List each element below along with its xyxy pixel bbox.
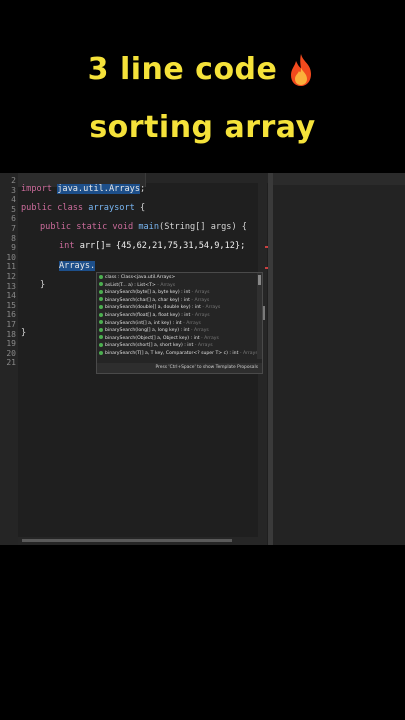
- proposal-source: Arrays: [194, 297, 210, 303]
- proposal-label: binarySearch(Object[] a, Object key) : i…: [105, 335, 200, 341]
- proposal-label: binarySearch(byte[] a, byte key) : int: [105, 290, 191, 296]
- proposal-source: Arrays: [194, 313, 210, 318]
- main-name: main: [138, 222, 160, 232]
- keyword-import: import: [21, 184, 53, 194]
- code-line-array[interactable]: int arr[]= {45,62,21,75,31,54,9,12};: [59, 241, 245, 251]
- proposal-item[interactable]: binarySearch(short[] a, short key) : int…: [99, 342, 259, 349]
- video-title-line-2: sorting array: [89, 110, 316, 145]
- video-title-line-1: 3 line code: [0, 52, 405, 88]
- horizontal-scrollbar-thumb[interactable]: [22, 539, 232, 542]
- proposal-label: class : Class<java.util.Arrays>: [105, 275, 176, 280]
- import-package: java.util.Arrays: [57, 184, 141, 194]
- array-type: int: [59, 241, 75, 251]
- method-icon: [99, 274, 103, 279]
- class-close-brace: }: [21, 328, 27, 338]
- line-number: 17: [6, 320, 16, 329]
- method-icon: [99, 297, 103, 302]
- code-line-close-class[interactable]: }: [21, 328, 26, 338]
- proposal-source: Arrays: [204, 335, 219, 341]
- proposal-label: binarySearch(char[] a, char key) : int: [105, 297, 190, 303]
- method-icon: [99, 312, 103, 317]
- proposal-source: Arrays: [186, 320, 201, 326]
- editor-horizontal-scrollbar[interactable]: [18, 537, 258, 545]
- line-number: 9: [11, 243, 16, 253]
- proposal-label: binarySearch(float[] a, float key) : int: [105, 313, 191, 318]
- proposal-item[interactable]: binarySearch(char[] a, char key) : int -…: [99, 297, 259, 304]
- class-brace: {: [134, 203, 146, 213]
- proposal-label: binarySearch(long[] a, long key) : int: [105, 328, 190, 334]
- proposal-label: asList(T... a) : List<T>: [105, 282, 156, 288]
- proposal-source: Arrays: [194, 328, 209, 334]
- proposal-item[interactable]: binarySearch(T[] a, T key, Comparator<? …: [99, 350, 259, 357]
- content-assist-footer: Press 'Ctrl+Space' to show Template Prop…: [97, 363, 262, 373]
- proposal-item[interactable]: binarySearch(float[] a, float key) : int…: [99, 312, 259, 319]
- main-modifiers: public static void: [40, 222, 139, 232]
- proposal-scrollbar-thumb[interactable]: [258, 275, 261, 285]
- array-declaration: arr[]= {45,62,21,75,31,54,9,12};: [74, 241, 246, 251]
- line-number: 12: [6, 272, 16, 281]
- main-args: (String[] args) {: [159, 222, 247, 232]
- line-number: 18: [6, 329, 16, 339]
- outline-pane-header: [273, 173, 405, 185]
- class-name: arraysort: [88, 203, 135, 213]
- class-declaration: public class: [21, 203, 89, 213]
- proposal-source: Arrays: [242, 351, 258, 356]
- code-line-close-method[interactable]: }: [40, 280, 45, 290]
- line-number: 3: [11, 185, 16, 195]
- proposal-source: Arrays: [160, 282, 176, 288]
- method-icon: [99, 304, 103, 309]
- content-assist-popup: class : Class<java.util.Arrays> asList(T.…: [96, 272, 263, 374]
- method-icon: [99, 350, 103, 355]
- line-number: 7: [11, 224, 16, 233]
- line-number: 20: [6, 348, 16, 358]
- method-icon: [99, 289, 103, 294]
- line-number: 2: [11, 176, 16, 185]
- line-number: 6: [11, 214, 16, 224]
- proposal-label: binarySearch(double[] a, double key) : i…: [105, 305, 201, 311]
- title-text-1: 3 line code: [87, 52, 278, 87]
- line-number: 13: [6, 281, 16, 291]
- line-number: 5: [11, 204, 16, 214]
- code-line-import[interactable]: import java.util.Arrays;: [21, 184, 145, 194]
- footer-hint: Press 'Ctrl+Space' to show Template Prop…: [155, 365, 258, 370]
- proposal-item[interactable]: binarySearch(double[] a, double key) : i…: [99, 304, 259, 311]
- line-number: 4: [11, 195, 16, 205]
- proposal-label: binarySearch(int[] a, int key) : int: [105, 320, 182, 326]
- method-icon: [99, 342, 103, 347]
- fire-emoji-icon: [291, 54, 312, 86]
- proposal-item[interactable]: binarySearch(int[] a, int key) : int - A…: [99, 320, 259, 327]
- method-close-brace: }: [40, 280, 46, 290]
- line-number: 14: [6, 291, 16, 301]
- code-line-arrays[interactable]: Arrays.: [59, 261, 96, 271]
- method-icon: [99, 335, 103, 340]
- arrays-reference: Arrays.: [59, 261, 96, 271]
- line-number: 10: [6, 252, 16, 262]
- outline-pane: [273, 173, 405, 545]
- code-line-class[interactable]: public class arraysort {: [21, 203, 145, 213]
- code-line-main[interactable]: public static void main(String[] args) {: [40, 222, 247, 232]
- proposal-item[interactable]: binarySearch(byte[] a, byte key) : int -…: [99, 289, 259, 296]
- method-icon: [99, 282, 103, 287]
- proposal-item[interactable]: class : Class<java.util.Arrays>: [99, 274, 259, 281]
- method-icon: [99, 320, 103, 325]
- line-number: 21: [6, 358, 16, 368]
- line-number: 15: [6, 300, 16, 310]
- import-semicolon: ;: [140, 184, 146, 194]
- proposal-item[interactable]: asList(T... a) : List<T> - Arrays: [99, 282, 259, 289]
- proposal-item[interactable]: binarySearch(Object[] a, Object key) : i…: [99, 335, 259, 342]
- proposal-label: binarySearch(short[] a, short key) : int: [105, 343, 194, 349]
- method-icon: [99, 327, 103, 332]
- line-number: 11: [6, 262, 16, 272]
- proposal-item[interactable]: binarySearch(long[] a, long key) : int -…: [99, 327, 259, 334]
- proposal-source: Arrays: [194, 290, 210, 296]
- proposal-label: binarySearch(T[] a, T key, Comparator<? …: [105, 351, 239, 356]
- proposal-scrollbar[interactable]: [257, 273, 262, 359]
- proposal-source: Arrays: [205, 305, 221, 311]
- line-number: 8: [11, 233, 16, 243]
- line-number: 19: [6, 339, 16, 349]
- proposal-source: Arrays: [197, 343, 213, 349]
- line-number: 16: [6, 310, 16, 320]
